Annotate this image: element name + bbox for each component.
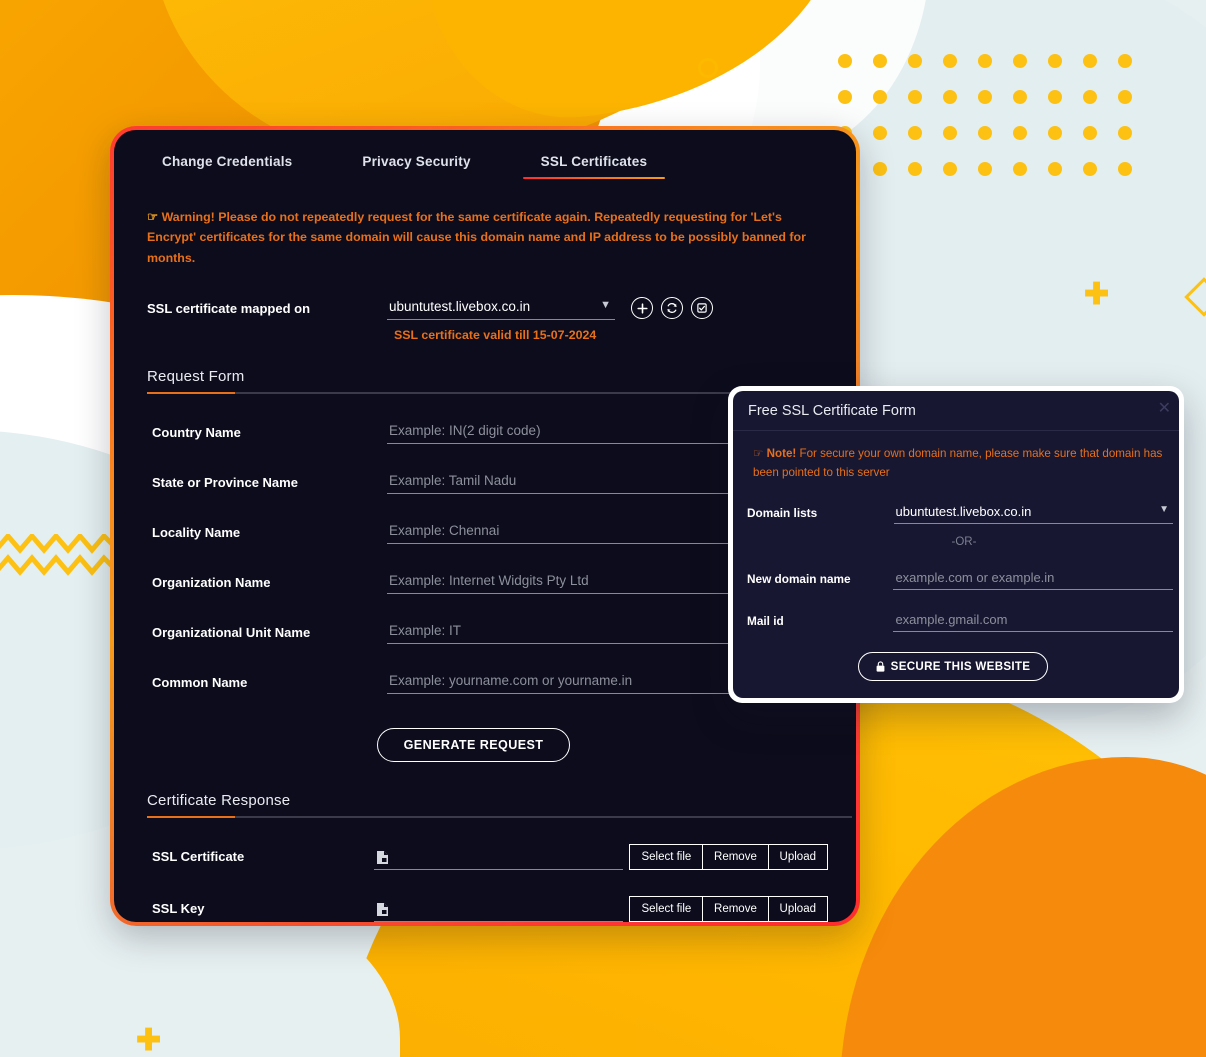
lock-icon	[876, 661, 885, 672]
free-ssl-certificate-modal: Free SSL Certificate Form ✕ ☞ Note! For …	[728, 386, 1184, 703]
file-actions-ssl-key: Select file Remove Upload	[629, 896, 828, 922]
remove-button-key[interactable]: Remove	[702, 896, 769, 922]
file-actions-ssl-certificate: Select file Remove Upload	[629, 844, 828, 871]
file-document-icon	[376, 850, 389, 865]
modal-header: Free SSL Certificate Form ✕	[733, 391, 1179, 431]
or-separator: -OR-	[951, 536, 977, 549]
select-file-button-certificate[interactable]: Select file	[629, 844, 704, 871]
refresh-button[interactable]	[661, 297, 683, 320]
label-new-domain-name: New domain name	[747, 572, 851, 587]
dot-grid-decoration	[838, 54, 1153, 198]
secure-button-label: SECURE THIS WEBSITE	[890, 660, 1031, 674]
secure-button-wrap: SECURE THIS WEBSITE	[747, 652, 1173, 682]
upload-button-certificate[interactable]: Upload	[767, 844, 828, 871]
mapped-domain-select-wrap: ubuntutest.livebox.co.in ▼	[387, 296, 615, 321]
label-common-name: Common Name	[152, 675, 248, 691]
modal-body: ☞ Note! For secure your own domain name,…	[733, 431, 1179, 682]
mapped-action-buttons	[631, 297, 713, 320]
verify-button[interactable]	[691, 297, 713, 320]
field-row-common-name: Common Name	[139, 670, 828, 695]
tab-privacy-security[interactable]: Privacy Security	[352, 148, 480, 179]
input-mail-id[interactable]	[893, 610, 1173, 633]
zigzag-decoration	[0, 534, 114, 576]
secure-this-website-button[interactable]: SECURE THIS WEBSITE	[857, 652, 1049, 682]
refresh-icon	[667, 303, 677, 314]
modal-row-domain-lists: Domain lists ubuntutest.livebox.co.in ▼	[747, 502, 1173, 525]
ssl-valid-note: SSL certificate valid till 15-07-2024	[394, 328, 597, 343]
pointing-hand-icon: ☞	[147, 210, 159, 224]
mapped-domain-select[interactable]: ubuntutest.livebox.co.in	[387, 296, 615, 321]
screenshot-root: ✚ ✚ Change Credentials Privacy Security …	[0, 0, 1206, 1057]
file-field-ssl-key[interactable]	[374, 902, 623, 922]
input-common-name[interactable]	[387, 670, 729, 695]
modal-domain-select[interactable]: ubuntutest.livebox.co.in	[893, 502, 1173, 525]
modal-domain-select-wrap: ubuntutest.livebox.co.in ▼	[893, 502, 1173, 525]
label-domain-lists: Domain lists	[747, 506, 818, 521]
label-locality: Locality Name	[152, 525, 241, 541]
input-organization[interactable]	[387, 570, 729, 595]
input-new-domain-name[interactable]	[893, 568, 1173, 591]
modal-row-mail-id: Mail id	[747, 610, 1173, 633]
file-document-icon	[376, 902, 389, 917]
response-row-ssl-certificate: SSL Certificate Select file Remove Uploa…	[139, 844, 828, 871]
certificate-response-title: Certificate Response	[147, 792, 291, 810]
section-divider-2	[147, 816, 852, 819]
response-row-ssl-key: SSL Key Select file Remove Upload	[139, 896, 828, 922]
modal-note-text: For secure your own domain name, please …	[753, 447, 1163, 479]
modal-title: Free SSL Certificate Form	[748, 403, 916, 419]
plus-decoration-right: ✚	[1084, 278, 1110, 311]
circle-outline-icon	[698, 58, 718, 78]
plus-decoration-bottom-left: ✚	[136, 1024, 162, 1057]
select-file-button-key[interactable]: Select file	[629, 896, 704, 922]
input-org-unit[interactable]	[387, 620, 729, 645]
modal-row-new-domain: New domain name	[747, 568, 1173, 591]
generate-request-wrap: GENERATE REQUEST	[139, 728, 828, 763]
field-row-locality: Locality Name	[139, 520, 828, 545]
tab-change-credentials[interactable]: Change Credentials	[152, 148, 302, 179]
label-state-province: State or Province Name	[152, 475, 298, 491]
input-locality[interactable]	[387, 520, 729, 545]
field-row-organization: Organization Name	[139, 570, 828, 595]
label-ssl-certificate: SSL Certificate	[152, 849, 245, 865]
modal-note: ☞ Note! For secure your own domain name,…	[747, 445, 1173, 482]
pointing-hand-icon: ☞	[753, 447, 764, 460]
ssl-mapped-label: SSL certificate mapped on	[147, 300, 311, 316]
field-row-state-province: State or Province Name	[139, 470, 828, 495]
label-org-unit: Organizational Unit Name	[152, 625, 311, 641]
file-field-ssl-certificate[interactable]	[374, 850, 623, 871]
close-icon[interactable]: ✕	[1158, 401, 1171, 417]
remove-button-certificate[interactable]: Remove	[702, 844, 769, 871]
warning-text: Warning! Please do not repeatedly reques…	[147, 210, 806, 265]
modal-note-label: Note!	[766, 447, 797, 460]
input-state-province[interactable]	[387, 470, 729, 495]
certificate-response-section: Certificate Response	[147, 792, 852, 819]
label-ssl-key: SSL Key	[152, 901, 205, 917]
upload-button-key[interactable]: Upload	[767, 896, 828, 922]
label-mail-id: Mail id	[747, 614, 784, 629]
label-country-name: Country Name	[152, 425, 241, 441]
tab-bar: Change Credentials Privacy Security SSL …	[114, 130, 856, 179]
input-country-name[interactable]	[387, 420, 729, 445]
generate-request-button[interactable]: GENERATE REQUEST	[376, 728, 571, 763]
label-organization: Organization Name	[152, 575, 271, 591]
add-domain-button[interactable]	[631, 297, 653, 320]
ssl-mapped-row: SSL certificate mapped on ubuntutest.liv…	[139, 296, 828, 321]
warning-banner: ☞ Warning! Please do not repeatedly requ…	[139, 199, 828, 268]
check-box-icon	[697, 303, 707, 314]
tab-ssl-certificates[interactable]: SSL Certificates	[522, 148, 665, 179]
plus-icon	[636, 303, 648, 314]
field-row-org-unit: Organizational Unit Name	[139, 620, 828, 645]
field-row-country-name: Country Name	[139, 420, 828, 445]
